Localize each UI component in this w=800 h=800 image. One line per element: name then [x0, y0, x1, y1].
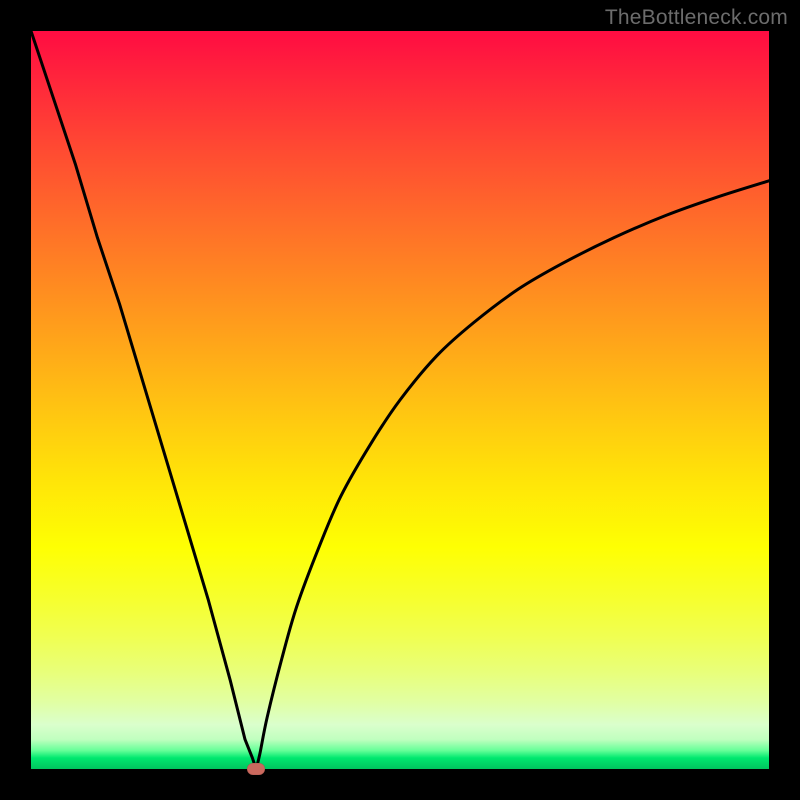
bottleneck-curve [31, 31, 769, 769]
chart-frame: TheBottleneck.com [0, 0, 800, 800]
watermark-text: TheBottleneck.com [605, 6, 788, 30]
minimum-marker [247, 763, 265, 775]
plot-area [31, 31, 769, 769]
curve-svg [31, 31, 769, 769]
